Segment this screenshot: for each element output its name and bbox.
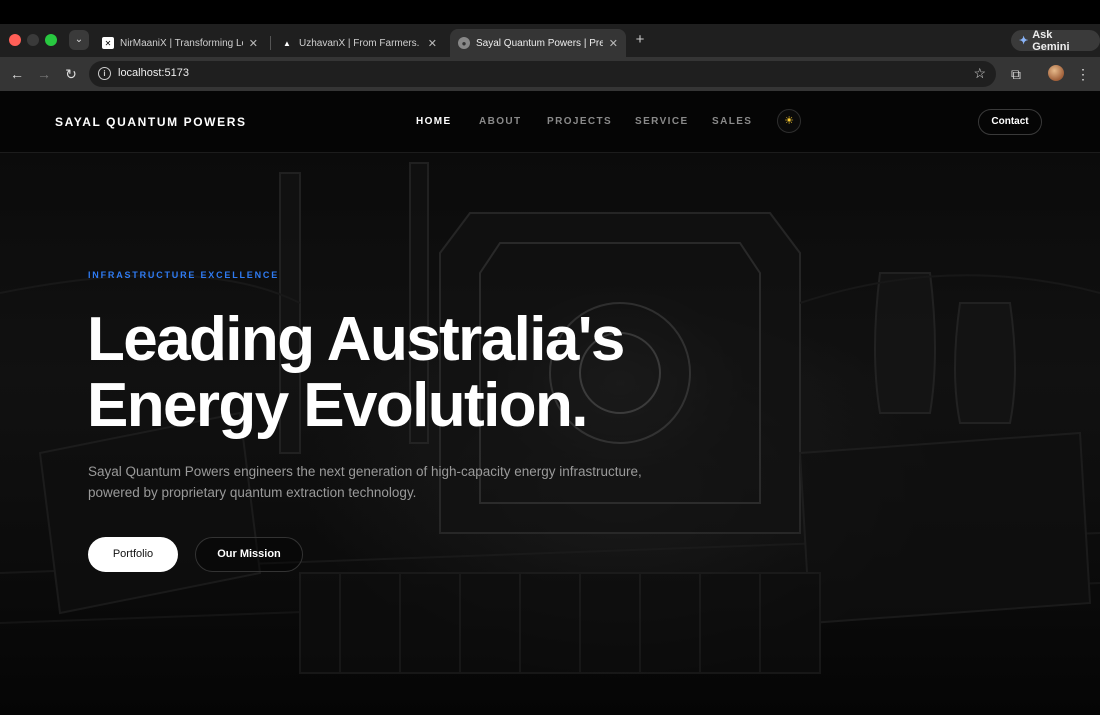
tab-strip: ⌄ ✕ NirMaaniX | Transforming Loc ✕ ▲ Uzh… [0,24,1100,57]
contact-button[interactable]: Contact [978,109,1042,135]
ask-gemini-label: Ask Gemini [1032,28,1070,53]
theme-toggle-button[interactable]: ☀ [777,109,801,133]
hero-headline-line-2: Energy Evolution. [87,371,588,440]
close-icon[interactable]: ✕ [609,37,618,50]
kebab-menu-icon[interactable]: ⋮ [1074,65,1092,83]
tab-search-button[interactable]: ⌄ [69,30,89,50]
url-text[interactable]: localhost:5173 [118,67,189,79]
menu-bar-area [0,0,1100,24]
hero-headline-line-1: Leading Australia's [87,305,625,374]
address-bar[interactable]: i localhost:5173 ☆ [89,61,996,87]
gemini-sparkle-icon: ✦ [1019,35,1029,47]
x-square-icon: ✕ [102,37,114,49]
site-logo[interactable]: SAYAL QUANTUM POWERS [55,115,247,129]
portfolio-button[interactable]: Portfolio [88,537,178,572]
back-arrow-icon[interactable]: ← [8,65,26,83]
close-icon[interactable]: ✕ [249,37,258,50]
hero-subtext: Sayal Quantum Powers engineers the next … [88,464,642,500]
hero-headline: Leading Australia's Energy Evolution. [87,307,727,439]
tab-title: Sayal Quantum Powers | Pren [476,37,603,49]
extensions-puzzle-icon[interactable]: ⧉ [1007,65,1025,83]
bookmark-star-icon[interactable]: ☆ [973,65,986,82]
tab-nirmaanix[interactable]: ✕ NirMaaniX | Transforming Loc ✕ [94,29,266,57]
nav-about[interactable]: ABOUT [479,116,522,127]
hero-eyebrow: INFRASTRUCTURE EXCELLENCE [88,270,280,280]
close-window-button[interactable] [9,34,21,46]
ask-gemini-button[interactable]: ✦ Ask Gemini [1011,28,1100,53]
website-viewport: SAYAL QUANTUM POWERS HOME ABOUT PROJECTS… [0,91,1100,715]
forward-arrow-icon[interactable]: → [35,65,53,83]
tab-title: UzhavanX | From Farmers. Fo [299,37,422,49]
nav-service[interactable]: SERVICE [635,116,689,127]
nav-home[interactable]: HOME [416,116,452,127]
tab-sayal-quantum[interactable]: ● Sayal Quantum Powers | Pren ✕ [450,29,626,57]
site-navbar: SAYAL QUANTUM POWERS HOME ABOUT PROJECTS… [0,91,1100,153]
maximize-window-button[interactable] [45,34,57,46]
reload-icon[interactable]: ↻ [62,65,80,83]
profile-avatar[interactable] [1048,65,1064,81]
tab-title: NirMaaniX | Transforming Loc [120,37,243,49]
triangle-icon: ▲ [283,38,291,48]
minimize-window-button[interactable] [27,34,39,46]
our-mission-button[interactable]: Our Mission [195,537,303,572]
globe-icon: ● [458,37,470,49]
tab-divider [270,36,271,50]
chevron-down-icon: ⌄ [74,34,84,45]
nav-sales[interactable]: SALES [712,116,752,127]
new-tab-button[interactable]: + [632,31,648,49]
browser-toolbar: ← → ↻ i localhost:5173 ☆ ⧉ ⋮ [0,57,1100,91]
close-icon[interactable]: ✕ [428,37,437,50]
sun-icon: ☀ [784,115,794,127]
tab-uzhavanx[interactable]: ▲ UzhavanX | From Farmers. Fo ✕ [273,29,445,57]
nav-projects[interactable]: PROJECTS [547,116,612,127]
site-info-icon[interactable]: i [98,67,111,80]
